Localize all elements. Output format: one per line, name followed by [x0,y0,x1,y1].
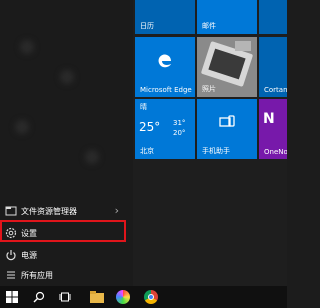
chrome-button[interactable] [138,286,164,308]
blurred-background [20,40,34,54]
taskbar [0,286,287,308]
weather-temp: 25° [139,120,161,134]
start-button[interactable] [0,286,26,308]
file-explorer-item[interactable]: 文件资源管理器 › [0,200,133,222]
mail-label: 邮件 [202,22,216,30]
onenote-label: OneNote [264,148,287,156]
onenote-tile[interactable]: N OneNote [259,99,287,159]
power-icon [6,250,16,261]
edge-icon [158,54,171,68]
chevron-right-icon: › [114,204,119,217]
edge-label: Microsoft Edge [140,86,192,94]
colorful-app-icon [116,290,130,304]
weather-high: 31° [173,119,186,127]
blurred-background [85,150,99,164]
search-icon [33,291,45,303]
calendar-tile[interactable]: 日历 [135,0,195,34]
partial-tile[interactable] [259,0,287,34]
onenote-icon: N [263,111,275,127]
weather-city: 北京 [140,147,154,155]
chrome-icon [144,290,158,304]
highlight-box [0,220,126,242]
blurred-background [15,120,29,134]
mail-tile[interactable]: 邮件 [197,0,257,34]
colorful-app-button[interactable] [110,286,136,308]
file-explorer-icon [90,291,104,303]
all-apps-label: 所有应用 [21,271,53,280]
task-view-button[interactable] [52,286,78,308]
cortana-label: Cortana [264,86,287,94]
weather-condition: 晴 [140,103,147,111]
power-label: 电源 [21,251,37,260]
file-explorer-label: 文件资源管理器 [21,207,77,216]
power-item[interactable]: 电源 [0,244,133,266]
task-view-icon [59,292,71,302]
search-button[interactable] [26,286,52,308]
folder-icon [5,206,17,216]
file-explorer-taskbar-button[interactable] [84,286,110,308]
phone-companion-label: 手机助手 [202,147,230,155]
all-apps-item[interactable]: 所有应用 [0,264,133,286]
weather-low: 20° [173,129,186,137]
photos-tile[interactable]: 照片 [197,37,257,97]
start-menu-left-pane: 文件资源管理器 › 设置 电源 所有应用 [0,0,133,286]
windows-start-icon [6,291,18,303]
tiles-panel: 日历 邮件 Microsoft Edge 照片 Cortana 晴 25° 31… [133,0,287,286]
calendar-label: 日历 [140,22,154,30]
list-icon [7,271,15,279]
edge-tile[interactable]: Microsoft Edge [135,37,195,97]
weather-tile[interactable]: 晴 25° 31° 20° 北京 [135,99,195,159]
blurred-background [60,70,74,84]
photos-label: 照片 [202,85,216,93]
phone-companion-tile[interactable]: 手机助手 [197,99,257,159]
phone-icon [219,115,235,127]
cortana-tile[interactable]: Cortana [259,37,287,97]
